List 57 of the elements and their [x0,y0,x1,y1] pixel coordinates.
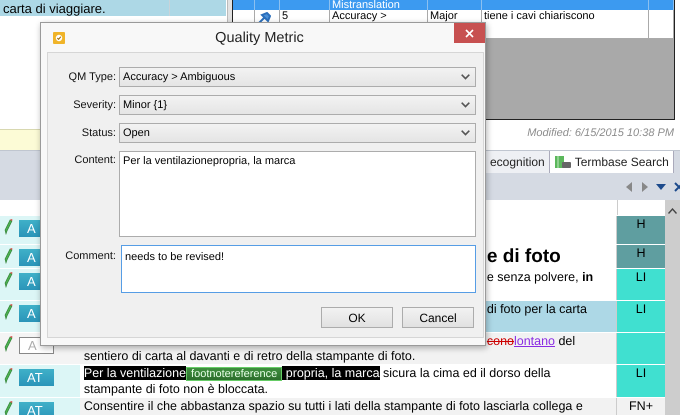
app-icon [53,32,65,44]
segment-badge: AT [19,369,54,386]
panel-tab[interactable]: ecognition [486,151,550,173]
segment-text: di foto per la carta [486,302,587,316]
dialog-button[interactable]: Cancel [402,307,474,328]
status-cell: LI [616,301,665,332]
scrollbar[interactable] [665,200,680,415]
termbase-icon [554,155,572,169]
comment-field[interactable]: needs to be revised! [121,245,476,293]
pencil-icon [4,248,13,264]
pencil-icon [4,368,13,384]
segment-text: e senza polvere, in [486,270,594,284]
segment-text: sentiero di carta al davanti e di retro della stampante di foto. [84,349,416,363]
footnote-tag: footnotereference [186,367,282,381]
inserted-text[interactable]: lontano [514,334,555,348]
panel-tab[interactable]: Termbase Search [550,151,674,173]
dropdown-field[interactable]: Accuracy > Ambiguous [119,67,476,87]
dropdown-icon[interactable] [656,184,666,190]
status-cell: LI [616,365,665,397]
dialog-button[interactable]: OK [321,307,393,328]
scroll-up-icon[interactable] [668,208,677,214]
segment-badge: AT [19,402,54,415]
deleted-text: cono [486,334,514,348]
highlighted-text: propria, la marca [282,366,380,380]
right-arrow-icon[interactable] [641,182,648,192]
field-label: Severity: [72,99,116,111]
close-icon [465,28,474,38]
field-label: Content: [73,153,116,166]
close-button[interactable] [454,23,485,43]
status-cell: H [616,245,665,268]
field-label: QM Type: [68,71,116,83]
modified-text: Modified: 6/15/2015 10:38 PM [527,126,675,139]
status-cell: FN+ [616,398,665,415]
pencil-icon [4,304,13,320]
pencil-icon [4,336,13,352]
dropdown-field[interactable]: Open [119,123,476,143]
pencil-icon [4,401,13,415]
field-label: Comment: [64,249,116,262]
source-text: carta di viaggiare. [2,0,106,16]
chevron-down-icon [461,102,470,108]
segment-text: stampante di foto non è bloccata. [84,382,268,396]
heading-text: e di foto [486,246,561,267]
chevron-down-icon [461,74,470,80]
chevron-down-icon [461,130,470,136]
pin-icon [257,12,271,24]
status-cell: LI [616,269,665,300]
segment-text: sicura la cima ed il dorso della [382,366,550,380]
segment-text: del [557,334,576,348]
field-label: Status: [80,127,116,139]
dropdown-field[interactable]: Minor {1} [119,95,476,115]
content-field[interactable]: Per la ventilazionepropria, la marca [119,151,476,237]
left-arrow-icon[interactable] [626,182,633,192]
pencil-icon [4,272,13,288]
highlighted-text: Per la ventilazione [84,366,186,380]
segment-text: Consentire il che abbastanza spazio su tutti i lati della stampante di foto lasciarla collega e [84,399,583,413]
pencil-icon [4,219,13,235]
status-cell: H [616,216,665,244]
